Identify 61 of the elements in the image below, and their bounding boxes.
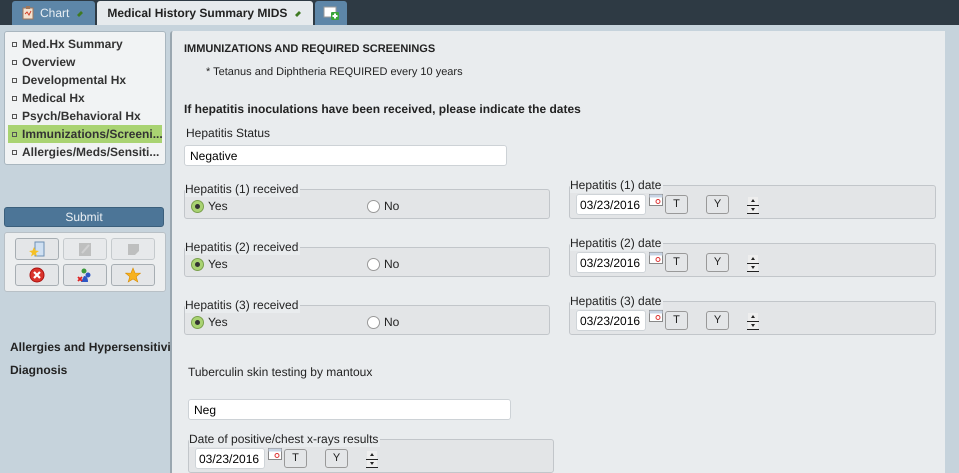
spinner-icon (747, 312, 759, 330)
calendar-icon (649, 194, 663, 206)
new-document-icon (29, 241, 45, 257)
date-field[interactable]: 03/23/2016 (576, 310, 646, 331)
calendar-icon (268, 448, 282, 460)
radio-option[interactable]: Yes (191, 255, 367, 273)
note-icon (125, 241, 141, 257)
radio-option[interactable]: Yes (191, 313, 367, 331)
requirement-note: * Tetanus and Diphtheria REQUIRED every 10 years (206, 64, 464, 80)
group-label: Hepatitis (3) date (570, 294, 664, 309)
group-label: Hepatitis (1) received (185, 182, 300, 197)
group-label: Hepatitis (3) received (185, 298, 300, 313)
radio-option[interactable]: No (367, 255, 543, 273)
add-tab-button[interactable] (315, 1, 348, 25)
yesterday-button[interactable]: Y (706, 195, 729, 214)
sidebar-item[interactable]: Developmental Hx (8, 71, 162, 89)
clipboard-icon (22, 6, 34, 20)
tool-button[interactable] (63, 264, 107, 286)
yesterday-button[interactable]: Y (706, 311, 729, 330)
yesterday-button[interactable]: Y (325, 449, 348, 468)
today-button[interactable]: T (665, 195, 688, 214)
group-label: Hepatitis (1) date (570, 178, 664, 193)
sidebar-item[interactable]: Medical Hx (8, 89, 162, 107)
section-heading: Diagnosis (10, 363, 68, 377)
text-field[interactable]: Negative (184, 145, 507, 166)
sidebar-item[interactable]: Immunizations/Screeni... (8, 125, 162, 143)
section-title: IMMUNIZATIONS AND REQUIRED SCREENINGS (184, 42, 436, 57)
today-button[interactable]: T (284, 449, 307, 468)
group-label: Hepatitis (2) date (570, 236, 664, 251)
field-label: Tuberculin skin testing by mantoux (188, 364, 374, 381)
date-field[interactable]: 03/23/2016 (576, 252, 646, 273)
text-field[interactable]: Neg (188, 399, 511, 420)
sidebar-item[interactable]: Allergies/Meds/Sensiti... (8, 143, 162, 161)
calendar-icon (649, 252, 663, 264)
radio-option[interactable]: Yes (191, 197, 367, 215)
sidebar-item[interactable]: Med.Hx Summary (8, 35, 162, 53)
date-field[interactable]: 03/23/2016 (195, 448, 265, 469)
people-icon (77, 267, 93, 283)
add-tab-icon (323, 6, 340, 20)
yesterday-button[interactable]: Y (706, 253, 729, 272)
tab[interactable]: Medical History Summary MIDS (97, 1, 314, 25)
sidebar-item[interactable]: Psych/Behavioral Hx (8, 107, 162, 125)
group-label: Date of positive/chest x-rays results (189, 432, 380, 447)
spinner-icon (747, 196, 759, 214)
edit-icon (77, 241, 93, 257)
today-button[interactable]: T (665, 253, 688, 272)
tool-button[interactable] (15, 264, 59, 286)
spinner-icon (747, 254, 759, 272)
spinner-icon (366, 450, 378, 468)
star-icon (125, 267, 141, 283)
sidebar-item[interactable]: Overview (8, 53, 162, 71)
radio-option[interactable]: No (367, 313, 543, 331)
submit-button[interactable]: Submit (4, 207, 164, 227)
radio-option[interactable]: No (367, 197, 543, 215)
date-field[interactable]: 03/23/2016 (576, 194, 646, 215)
delete-icon (29, 267, 45, 283)
calendar-icon (649, 310, 663, 322)
group-label: Hepatitis (2) received (185, 240, 300, 255)
today-button[interactable]: T (665, 311, 688, 330)
field-label: Hepatitis Status (186, 125, 272, 142)
instruction-text: If hepatitis inoculations have been received, please indicate the dates (184, 101, 582, 118)
